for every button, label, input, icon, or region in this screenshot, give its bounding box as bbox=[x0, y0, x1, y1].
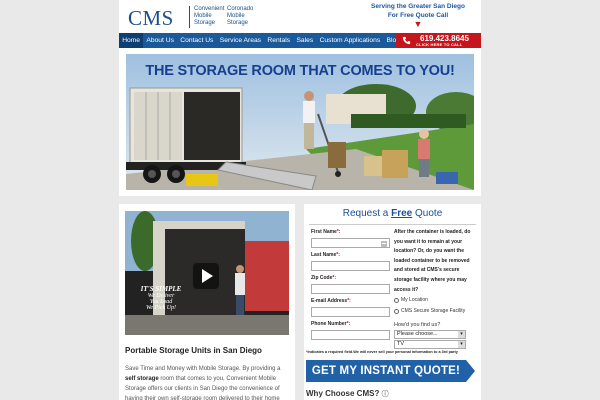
referral-select[interactable]: Please choose... ▾ bbox=[394, 330, 466, 339]
hero-image: THE STORAGE ROOM THAT COMES TO YOU! bbox=[126, 54, 474, 190]
call-button[interactable]: 619.423.8645 CLICK HERE TO CALL bbox=[396, 33, 481, 48]
self-storage-link[interactable]: self storage bbox=[125, 376, 159, 382]
video-overlay-text: IT'S SIMPLE We Deliver You Load We Pick … bbox=[140, 285, 182, 311]
phone-icon bbox=[402, 36, 411, 45]
logo-subtitle-coronado: Coronado Mobile Storage bbox=[227, 6, 254, 26]
chevron-down-icon: ▾ bbox=[458, 331, 465, 338]
contact-card-icon bbox=[381, 240, 387, 247]
first-name-field[interactable] bbox=[311, 238, 390, 248]
phone-field[interactable] bbox=[311, 330, 390, 340]
nav-home[interactable]: Home bbox=[119, 33, 144, 48]
zip-code-label: Zip Code*: bbox=[311, 275, 337, 281]
main-nav: Home About Us Contact Us Service Areas R… bbox=[119, 33, 481, 48]
hero-headline: THE STORAGE ROOM THAT COMES TO YOU! bbox=[145, 63, 455, 79]
why-choose-heading: Why Choose CMS? ⓘ bbox=[306, 389, 389, 398]
help-icon: ⓘ bbox=[381, 391, 389, 398]
last-name-field[interactable] bbox=[311, 261, 390, 271]
nav-contact-us[interactable]: Contact Us bbox=[177, 33, 216, 48]
site-header: CMS Convenient Mobile Storage Coronado M… bbox=[119, 0, 481, 33]
nav-service-areas[interactable]: Service Areas bbox=[217, 33, 265, 48]
play-icon bbox=[202, 269, 213, 283]
intro-paragraph: Save Time and Money with Mobile Storage.… bbox=[125, 366, 281, 400]
serving-area-text: Serving the Greater San Diego For Free Q… bbox=[363, 2, 473, 29]
divider bbox=[309, 224, 476, 225]
option-my-location[interactable]: My Location bbox=[394, 297, 428, 303]
nav-rentals[interactable]: Rentals bbox=[264, 33, 293, 48]
email-label: E-mail Address*: bbox=[311, 298, 351, 304]
hero-banner: THE STORAGE ROOM THAT COMES TO YOU! bbox=[119, 48, 481, 196]
referral-detail-select[interactable]: TV ▾ bbox=[394, 340, 466, 349]
last-name-label: Last Name*: bbox=[311, 252, 340, 258]
first-name-label: First Name*: bbox=[311, 229, 341, 235]
quote-form-title: Request a Free Quote bbox=[342, 208, 443, 219]
video-player[interactable]: IT'S SIMPLE We Deliver You Load We Pick … bbox=[125, 211, 289, 335]
radio-cms-facility[interactable] bbox=[394, 308, 399, 314]
nav-sales[interactable]: Sales bbox=[293, 33, 316, 48]
play-button[interactable] bbox=[193, 263, 219, 289]
referral-label: How'd you find us? bbox=[394, 322, 441, 328]
required-field-note: *Indicates a required field.We will neve… bbox=[306, 350, 458, 354]
nav-about-us[interactable]: About Us bbox=[143, 33, 177, 48]
arrow-down-icon: ▼ bbox=[413, 19, 423, 29]
zip-code-field[interactable] bbox=[311, 284, 390, 294]
radio-my-location[interactable] bbox=[394, 297, 399, 303]
chevron-down-icon: ▾ bbox=[458, 341, 465, 348]
phone-label: Phone Number*: bbox=[311, 321, 351, 327]
logo-divider bbox=[189, 6, 190, 28]
get-instant-quote-button[interactable]: GET MY INSTANT QUOTE! bbox=[306, 360, 475, 382]
email-field[interactable] bbox=[311, 307, 390, 317]
nav-custom-applications[interactable]: Custom Applications bbox=[316, 33, 383, 48]
logo-subtitle-convenient: Convenient Mobile Storage bbox=[194, 6, 225, 26]
section-heading: Portable Storage Units in San Diego bbox=[125, 346, 262, 355]
cms-logo[interactable]: CMS bbox=[128, 6, 174, 31]
option-cms-facility[interactable]: CMS Secure Storage Facility bbox=[394, 308, 465, 314]
click-to-call-label: CLICK HERE TO CALL bbox=[416, 42, 463, 47]
quote-form-panel: Request a Free Quote First Name*: Last N… bbox=[304, 204, 481, 400]
storage-location-question: After the container is loaded, do you wa… bbox=[394, 229, 471, 293]
content-panel: IT'S SIMPLE We Deliver You Load We Pick … bbox=[119, 204, 295, 400]
